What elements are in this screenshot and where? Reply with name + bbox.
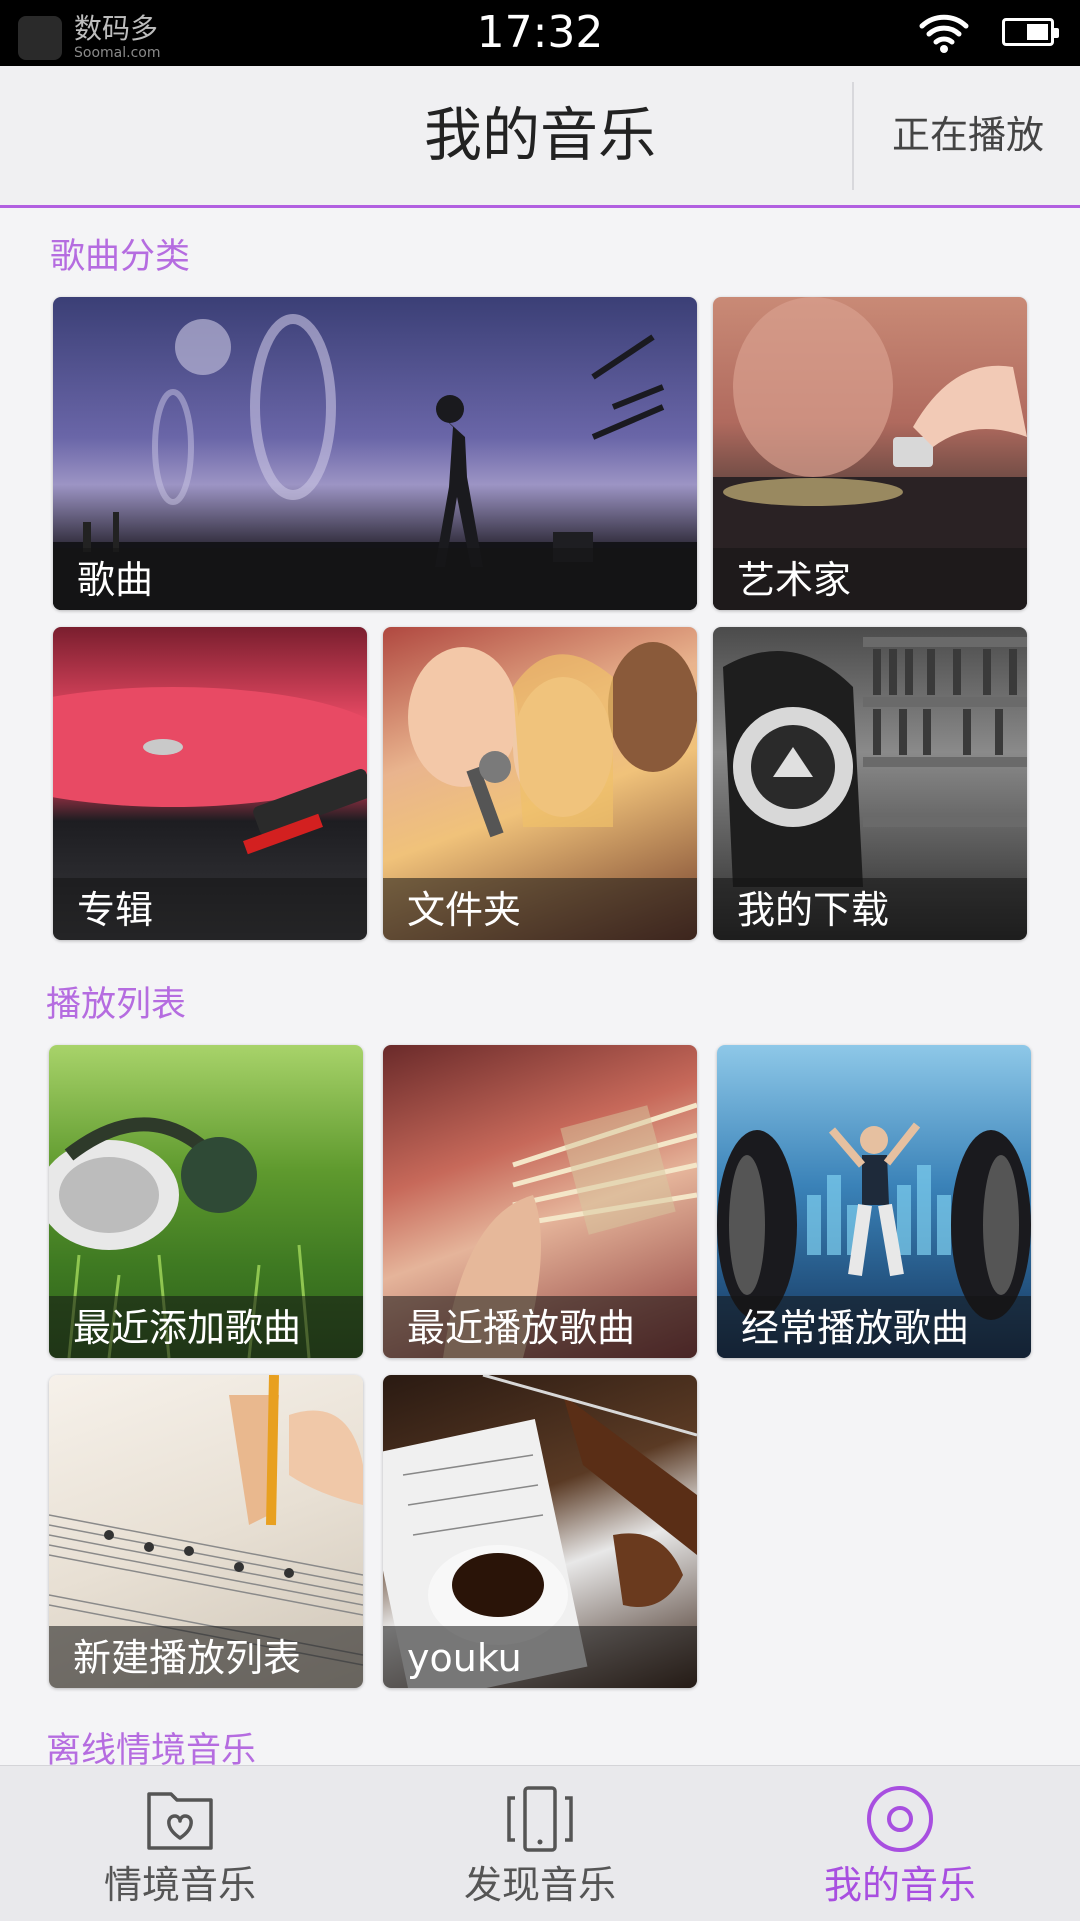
battery-icon [1002, 18, 1059, 46]
tile-folders[interactable]: 文件夹 [383, 627, 697, 940]
nav-label: 我的音乐 [823, 1863, 976, 1907]
tile-albums[interactable]: 专辑 [53, 627, 367, 940]
tile-recently-played[interactable]: 最近播放歌曲 [383, 1045, 697, 1358]
wifi-icon [919, 14, 969, 53]
nav-discover-music[interactable]: 发现音乐 [360, 1766, 720, 1921]
status-bar: 数码多 Soomal.com 17:32 [0, 0, 1080, 66]
tile-youku[interactable]: youku [383, 1375, 697, 1688]
section-title-playlists: 播放列表 [46, 985, 187, 1025]
tile-frequently-played[interactable]: 经常播放歌曲 [717, 1045, 1031, 1358]
tile-label: youku [407, 1636, 522, 1680]
tile-label: 艺术家 [737, 558, 852, 602]
nav-label: 发现音乐 [463, 1863, 616, 1907]
folder-heart-icon [147, 1792, 213, 1850]
phone-shake-icon [507, 1786, 573, 1852]
tile-recently-added[interactable]: 最近添加歌曲 [49, 1045, 363, 1358]
tile-label: 专辑 [77, 888, 154, 932]
tile-artists[interactable]: 艺术家 [713, 297, 1027, 610]
now-playing-button[interactable]: 正在播放 [856, 66, 1080, 205]
tile-label: 我的下载 [737, 888, 890, 932]
tile-songs[interactable]: 歌曲 [53, 297, 697, 610]
header-bar: 我的音乐 正在播放 [0, 66, 1080, 208]
tile-new-playlist[interactable]: 新建播放列表 [49, 1375, 363, 1688]
disc-icon [867, 1786, 933, 1852]
nav-my-music[interactable]: 我的音乐 [720, 1766, 1080, 1921]
tile-label: 最近添加歌曲 [73, 1306, 302, 1350]
tile-label: 最近播放歌曲 [407, 1306, 636, 1350]
header-divider [852, 82, 854, 190]
nav-label: 情境音乐 [103, 1863, 256, 1907]
tile-label: 歌曲 [77, 558, 154, 602]
section-title-categories: 歌曲分类 [50, 237, 191, 277]
nav-scene-music[interactable]: 情境音乐 [0, 1766, 360, 1921]
tile-downloads[interactable]: 我的下载 [713, 627, 1027, 940]
tile-label: 新建播放列表 [73, 1636, 302, 1680]
bottom-navigation: 情境音乐 发现音乐 我的音乐 [0, 1765, 1080, 1921]
tile-label: 经常播放歌曲 [741, 1306, 970, 1350]
tile-label: 文件夹 [407, 888, 522, 932]
